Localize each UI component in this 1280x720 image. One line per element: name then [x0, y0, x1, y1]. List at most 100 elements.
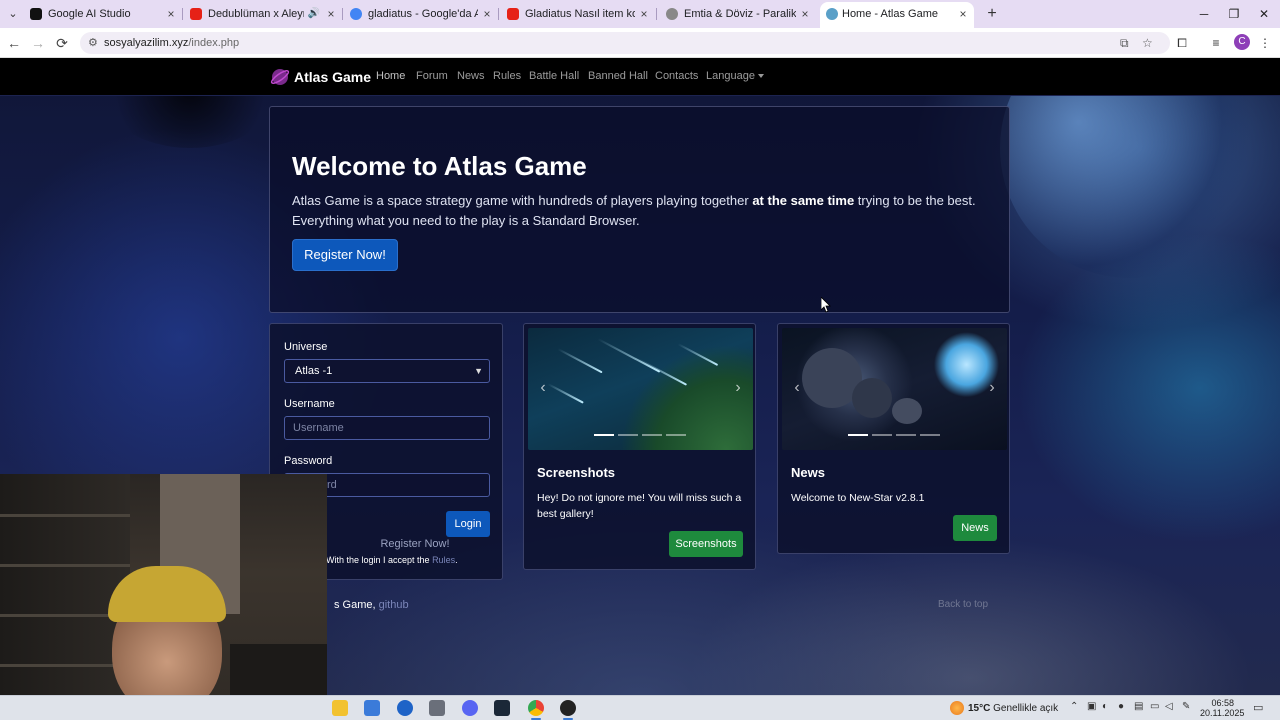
- app-window-icon[interactable]: [429, 700, 445, 716]
- ai-studio-favicon-icon: [30, 8, 42, 20]
- welcome-jumbotron: Welcome to Atlas Game Atlas Game is a sp…: [269, 106, 1010, 313]
- meteor-streak: [637, 358, 688, 386]
- tab-title: Google AI Studio: [48, 8, 131, 20]
- back-to-top-link[interactable]: Back to top: [938, 599, 988, 610]
- menu-kebab-icon[interactable]: ⋮: [1256, 34, 1274, 52]
- carousel-prev-icon[interactable]: ‹: [790, 378, 804, 398]
- news-text: Welcome to New-Star v2.8.1: [791, 492, 925, 504]
- store-icon[interactable]: [364, 700, 380, 716]
- profile-avatar[interactable]: C: [1234, 34, 1250, 50]
- microphone-icon[interactable]: ●: [1118, 701, 1124, 712]
- close-icon[interactable]: ×: [798, 2, 812, 26]
- weather-widget[interactable]: 15°C Genellikle açık: [950, 696, 1058, 720]
- login-button[interactable]: Login: [446, 511, 490, 537]
- screenshots-button[interactable]: Screenshots: [669, 531, 743, 557]
- network-icon[interactable]: ▭: [1150, 701, 1159, 712]
- tab-google-search[interactable]: gladiatus - Google'da Ara ×: [350, 2, 496, 26]
- install-app-icon[interactable]: ⧉: [1120, 36, 1129, 51]
- carousel-indicator[interactable]: [920, 434, 940, 436]
- globe-favicon-icon: [666, 8, 678, 20]
- tray-app-icon[interactable]: ▣: [1087, 701, 1096, 712]
- chevron-down-icon: ⌄: [8, 8, 18, 20]
- obs-icon[interactable]: [560, 700, 576, 716]
- tray-app-icon[interactable]: ◐: [1102, 701, 1108, 712]
- tray-app-icon[interactable]: ▤: [1134, 701, 1143, 712]
- close-icon[interactable]: ×: [324, 2, 338, 26]
- tab-title: Home - Atlas Game: [842, 8, 938, 20]
- steam-icon[interactable]: [494, 700, 510, 716]
- carousel-indicator[interactable]: [848, 434, 868, 436]
- url-path: /index.php: [188, 37, 240, 49]
- nav-home[interactable]: Home: [376, 70, 405, 82]
- carousel-next-icon[interactable]: ›: [731, 378, 745, 398]
- close-icon[interactable]: ×: [164, 2, 178, 26]
- news-button[interactable]: News: [953, 515, 997, 541]
- nav-rules[interactable]: Rules: [493, 70, 521, 82]
- clock-date: 20.11.2025: [1200, 708, 1245, 718]
- carousel-indicator[interactable]: [666, 434, 686, 436]
- tray-chevron-up-icon[interactable]: ⌃: [1070, 701, 1078, 712]
- nav-battle-hall[interactable]: Battle Hall: [529, 70, 579, 82]
- carousel-indicator[interactable]: [896, 434, 916, 436]
- close-icon[interactable]: ×: [637, 2, 651, 26]
- accept-text: With the login I accept the: [326, 555, 433, 565]
- carousel-indicator[interactable]: [618, 434, 638, 436]
- mouse-cursor-icon: [821, 297, 831, 313]
- nav-forum[interactable]: Forum: [416, 70, 448, 82]
- system-clock[interactable]: 06:58 20.11.2025: [1200, 698, 1245, 718]
- nav-banned-hall[interactable]: Banned Hall: [588, 70, 648, 82]
- pen-icon[interactable]: ✎: [1182, 701, 1190, 712]
- tab-paralika[interactable]: Emtia & Döviz - Paralika ×: [666, 2, 814, 26]
- screenshots-carousel[interactable]: ‹ ›: [528, 328, 753, 450]
- close-icon[interactable]: ×: [480, 2, 494, 26]
- carousel-indicator[interactable]: [594, 434, 614, 436]
- notification-icon[interactable]: ▭: [1253, 701, 1267, 715]
- tab-search-menu-button[interactable]: ⌄: [4, 5, 22, 23]
- discord-icon[interactable]: [462, 700, 478, 716]
- username-label: Username: [284, 398, 335, 410]
- url-field[interactable]: ⚙ sosyalyazilim.xyz/index.php ⧉ ☆: [80, 32, 1170, 54]
- nav-language-dropdown[interactable]: Language: [706, 70, 764, 82]
- nav-news[interactable]: News: [457, 70, 485, 82]
- screenshots-card: ‹ › Screenshots Hey! Do not ignore me! Y…: [523, 323, 756, 570]
- maximize-button[interactable]: ❐: [1220, 4, 1248, 24]
- media-controls-icon[interactable]: ≡: [1207, 34, 1225, 52]
- file-explorer-icon[interactable]: [332, 700, 348, 716]
- bookmark-star-icon[interactable]: ☆: [1142, 36, 1153, 50]
- forward-button[interactable]: →: [28, 33, 48, 53]
- register-link[interactable]: Register Now!: [325, 538, 505, 550]
- nav-contacts[interactable]: Contacts: [655, 70, 698, 82]
- carousel-indicator[interactable]: [642, 434, 662, 436]
- meteor-streak: [597, 338, 661, 373]
- tab-youtube-gladiatus[interactable]: Gladiatus Nasıl item kombini yap ×: [507, 2, 653, 26]
- carousel-next-icon[interactable]: ›: [985, 378, 999, 398]
- tab-google-ai-studio[interactable]: Google AI Studio ×: [30, 2, 180, 26]
- register-now-button[interactable]: Register Now!: [292, 239, 398, 271]
- carousel-indicator[interactable]: [872, 434, 892, 436]
- back-button[interactable]: ←: [4, 33, 24, 53]
- username-input[interactable]: Username: [284, 416, 490, 440]
- news-carousel[interactable]: ‹ ›: [782, 328, 1007, 450]
- close-window-button[interactable]: ✕: [1250, 4, 1278, 24]
- lead-text-1: Atlas Game is a space strategy game with…: [292, 193, 753, 208]
- close-icon[interactable]: ×: [956, 2, 970, 26]
- tab-separator: [342, 8, 343, 20]
- reload-button[interactable]: ⟳: [52, 33, 72, 53]
- extensions-icon[interactable]: ⧠: [1173, 34, 1191, 52]
- chrome-icon[interactable]: [528, 700, 544, 716]
- github-link[interactable]: github: [379, 599, 409, 611]
- temperature: 15°C: [968, 703, 991, 714]
- speaker-icon[interactable]: 🔊: [308, 2, 320, 26]
- edge-icon[interactable]: [397, 700, 413, 716]
- tab-atlas-game-active[interactable]: Home - Atlas Game ×: [820, 2, 974, 28]
- new-tab-button[interactable]: +: [982, 4, 1002, 24]
- rules-link[interactable]: Rules: [432, 555, 455, 565]
- site-info-icon[interactable]: ⚙: [88, 36, 98, 49]
- meteor-streak: [557, 348, 603, 374]
- atlas-logo-icon: [270, 69, 290, 85]
- carousel-prev-icon[interactable]: ‹: [536, 378, 550, 398]
- tab-youtube-dedubluman[interactable]: Dedublüman x Aleyna Tilki 🔊 ×: [190, 2, 340, 26]
- volume-icon[interactable]: ◁: [1165, 701, 1173, 712]
- minimize-button[interactable]: ─: [1190, 4, 1218, 24]
- universe-select[interactable]: Atlas -1 ▼: [284, 359, 490, 383]
